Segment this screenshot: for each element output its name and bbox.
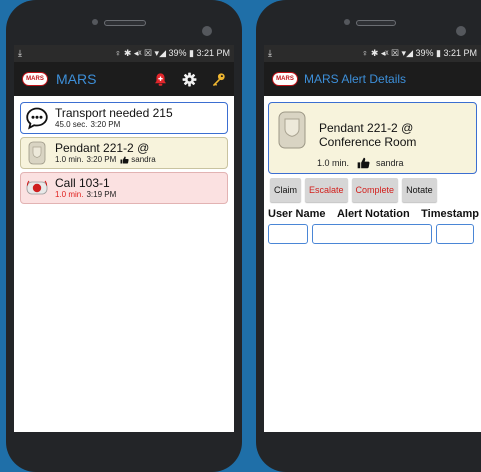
alert-time: 3:20 PM <box>90 120 121 129</box>
alert-elapsed: 45.0 sec. <box>55 120 88 129</box>
alert-detail-title: Pendant 221-2 @ Conference Room <box>319 121 416 149</box>
thumbs-up-icon <box>120 156 129 164</box>
action-buttons: Claim Escalate Complete Notate <box>264 174 481 206</box>
key-icon[interactable] <box>211 72 226 87</box>
front-camera <box>456 26 466 36</box>
alert-meta: 45.0 sec. 3:20 PM <box>55 120 223 130</box>
front-camera <box>202 26 212 36</box>
user-name-field[interactable] <box>268 224 308 244</box>
alert-claimed-user: sandra <box>376 158 404 168</box>
speech-bubble-icon <box>25 106 49 130</box>
app-bar: MARS MARS Alert Details <box>264 62 481 96</box>
notation-table-header: User Name Alert Notation Timestamp <box>264 208 481 220</box>
alert-title: Transport needed 215 <box>55 106 173 120</box>
phone-right: ⤓ ♀ ✱ ◂ᵡ ☒ ▾◢ 39% ▮ 3:21 PM MARS MARS Al… <box>256 0 481 472</box>
alert-meta: 1.0 min. 3:19 PM <box>55 190 223 200</box>
alert-claimed-user: sandra <box>131 155 156 164</box>
pendant-icon <box>277 111 307 149</box>
app-bar: MARS MARS <box>14 62 234 96</box>
status-bar: ⤓ ♀ ✱ ◂ᵡ ☒ ▾◢ 39% ▮ 3:21 PM <box>14 45 234 62</box>
alert-item-call[interactable]: Call 103-1 1.0 min. 3:19 PM <box>20 172 228 204</box>
complete-button[interactable]: Complete <box>351 178 399 202</box>
earpiece-speaker <box>356 20 396 26</box>
alert-time: 3:20 PM <box>86 155 117 164</box>
alert-elapsed: 1.0 min. <box>55 190 84 199</box>
mars-logo: MARS <box>272 72 298 86</box>
alert-list: Transport needed 215 45.0 sec. 3:20 PM P… <box>14 96 234 204</box>
alert-detail-meta: 1.0 min. sandra <box>317 157 404 169</box>
alert-elapsed: 1.0 min. <box>317 158 350 168</box>
alert-title: Pendant 221-2 @ <box>55 141 150 155</box>
proximity-sensor <box>92 19 98 25</box>
alert-item-transport[interactable]: Transport needed 215 45.0 sec. 3:20 PM <box>20 102 228 134</box>
status-time: 3:21 PM <box>443 48 477 58</box>
alert-elapsed: 1.0 min. <box>55 155 84 164</box>
alert-meta: 1.0 min. 3:20 PM sandra <box>55 155 223 165</box>
column-user-name: User Name <box>268 208 326 220</box>
alert-notation-field[interactable] <box>312 224 432 244</box>
phone-left: ⤓ ♀ ✱ ◂ᵡ ☒ ▾◢ 39% ▮ 3:21 PM MARS MARS Tr… <box>6 0 242 472</box>
download-icon: ⤓ <box>268 48 272 58</box>
screen-alert-details: ⤓ ♀ ✱ ◂ᵡ ☒ ▾◢ 39% ▮ 3:21 PM MARS MARS Al… <box>264 45 481 432</box>
claim-button[interactable]: Claim <box>270 178 302 202</box>
timestamp-field[interactable] <box>436 224 474 244</box>
alert-time: 3:19 PM <box>86 190 117 199</box>
status-indicators: ♀ ✱ ◂ᵡ ☒ ▾◢ 39% ▮ 3:21 PM <box>114 48 230 58</box>
status-indicators: ♀ ✱ ◂ᵡ ☒ ▾◢ 39% ▮ 3:21 PM <box>361 48 477 58</box>
status-bar: ⤓ ♀ ✱ ◂ᵡ ☒ ▾◢ 39% ▮ 3:21 PM <box>264 45 481 62</box>
download-icon: ⤓ <box>18 48 22 58</box>
escalate-button[interactable]: Escalate <box>305 178 348 202</box>
mars-logo: MARS <box>22 72 48 86</box>
thumbs-up-icon <box>357 157 370 169</box>
column-alert-notation: Alert Notation <box>336 208 410 220</box>
notation-input-row <box>264 220 481 244</box>
gear-icon[interactable] <box>182 72 197 87</box>
app-title: MARS <box>56 71 97 87</box>
earpiece-speaker <box>104 20 146 26</box>
status-time: 3:21 PM <box>196 48 230 58</box>
nurse-call-icon <box>25 176 49 200</box>
alert-detail-title-line2: Conference Room <box>319 135 417 149</box>
notate-button[interactable]: Notate <box>402 178 437 202</box>
app-title: MARS Alert Details <box>304 72 407 86</box>
alert-detail-card: Pendant 221-2 @ Conference Room 1.0 min.… <box>268 102 477 174</box>
alert-item-pendant[interactable]: Pendant 221-2 @ 1.0 min. 3:20 PM sandra <box>20 137 228 169</box>
column-timestamp: Timestamp <box>421 208 479 220</box>
alert-title: Call 103-1 <box>55 176 110 190</box>
pendant-icon <box>25 141 49 165</box>
screen-alert-list: ⤓ ♀ ✱ ◂ᵡ ☒ ▾◢ 39% ▮ 3:21 PM MARS MARS Tr… <box>14 45 234 432</box>
alert-detail-title-line1: Pendant 221-2 @ <box>319 121 414 135</box>
alarm-bell-icon[interactable] <box>153 72 168 87</box>
proximity-sensor <box>344 19 350 25</box>
